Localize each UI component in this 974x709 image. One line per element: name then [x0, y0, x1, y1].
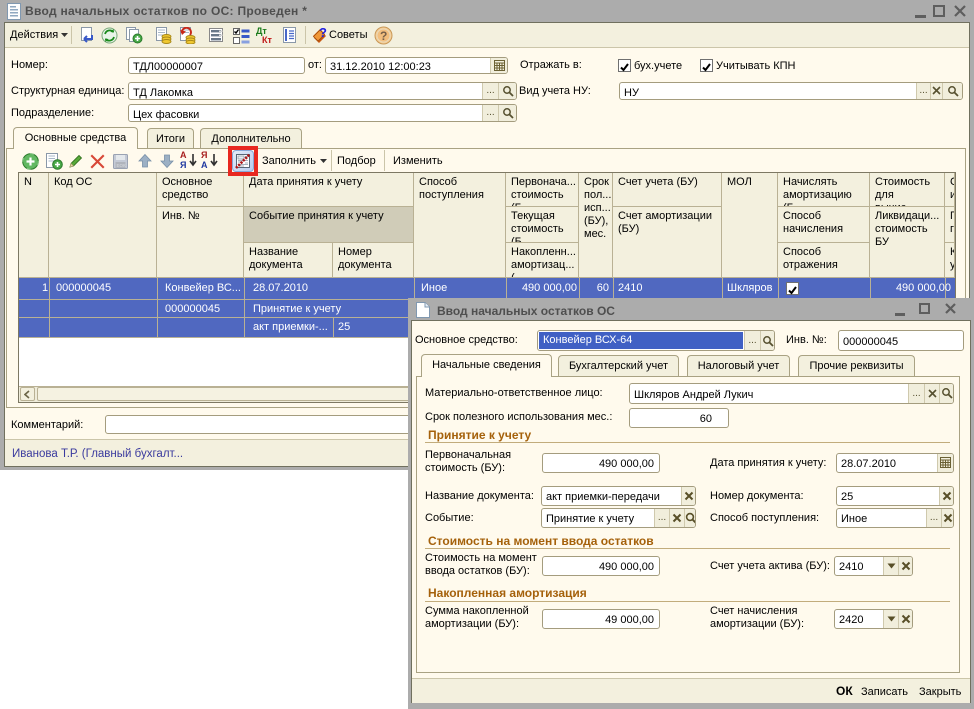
svg-text:?: ?: [319, 26, 327, 40]
svg-text:ЕОК: ЕОК: [117, 163, 127, 168]
svg-text:?: ?: [380, 29, 387, 43]
